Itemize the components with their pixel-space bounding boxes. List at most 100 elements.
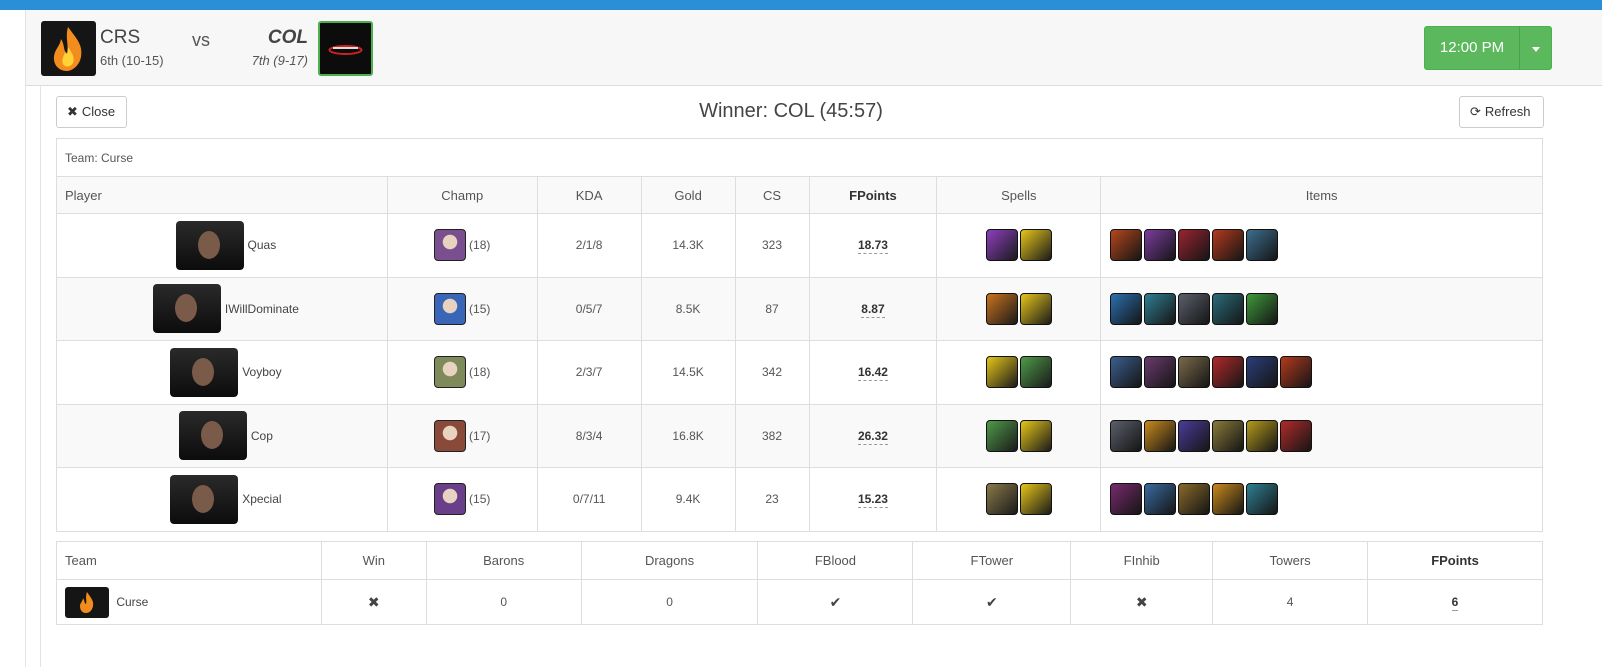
fpoints-value[interactable]: 15.23: [857, 492, 888, 509]
fpoints-value[interactable]: 18.73: [857, 238, 888, 255]
item-icon[interactable]: [1110, 483, 1143, 516]
player-row: Voyboy (18) 2/3/7 14.5K 342 16.42: [56, 340, 1543, 405]
item-icon[interactable]: [1212, 419, 1245, 452]
summoner-spell-icon[interactable]: [985, 356, 1018, 389]
champ-cell: (17): [386, 403, 538, 468]
champ-level: (17): [469, 428, 491, 443]
cs-value: 342: [734, 340, 810, 405]
item-icon[interactable]: [1178, 483, 1211, 516]
refresh-icon: ⟳: [1470, 104, 1481, 119]
item-icon[interactable]: [1178, 356, 1211, 389]
summoner-spell-icon[interactable]: [985, 292, 1018, 325]
match-header: CRS 6th (10-15) vs COL 7th (9-17) 12:00 …: [26, 10, 1602, 86]
item-icon[interactable]: [1110, 229, 1143, 262]
match-detail-panel: ✖ Close Winner: COL (45:57) ⟳ Refresh Team…: [40, 86, 1602, 667]
item-icon[interactable]: [1144, 292, 1177, 325]
fpoints-value[interactable]: 26.32: [857, 428, 888, 445]
team-caption: Team: Curse: [56, 138, 1543, 177]
item-icon[interactable]: [1280, 356, 1313, 389]
item-icon[interactable]: [1144, 483, 1177, 516]
fpoints-value[interactable]: 16.42: [857, 365, 888, 382]
item-icon[interactable]: [1144, 356, 1177, 389]
player-cell: Cop: [56, 403, 388, 468]
summoner-spell-icon[interactable]: [985, 483, 1018, 516]
item-icon[interactable]: [1144, 419, 1177, 452]
summoner-spell-icon[interactable]: [1019, 356, 1052, 389]
item-icon[interactable]: [1110, 292, 1143, 325]
item-icon[interactable]: [1144, 229, 1177, 262]
top-accent-bar: [0, 0, 1602, 10]
summoner-spell-icon[interactable]: [1019, 229, 1052, 262]
cs-value: 23: [734, 467, 810, 532]
player-photo: [170, 347, 239, 397]
player-name[interactable]: IWillDominate: [225, 302, 299, 316]
item-icon[interactable]: [1212, 356, 1245, 389]
spells-cell: [936, 340, 1102, 405]
barons-value: 0: [425, 579, 582, 625]
item-icon[interactable]: [1246, 419, 1279, 452]
curse-team-logo: [65, 586, 109, 618]
summoner-spell-icon[interactable]: [1019, 483, 1052, 516]
champion-icon[interactable]: [434, 356, 467, 389]
col-header-ftower: FTower: [912, 541, 1072, 580]
summoner-spell-icon[interactable]: [1019, 419, 1052, 452]
spells-cell: [936, 276, 1102, 341]
col-header-dragons: Dragons: [580, 541, 759, 580]
item-icon[interactable]: [1246, 229, 1279, 262]
col-header-gold: Gold: [640, 176, 736, 214]
away-team-record: 7th (9-17): [251, 53, 308, 68]
item-icon[interactable]: [1280, 419, 1313, 452]
champion-icon[interactable]: [434, 483, 467, 516]
summoner-spell-icon[interactable]: [1019, 292, 1052, 325]
gold-value: 14.3K: [640, 213, 736, 278]
item-icon[interactable]: [1178, 292, 1211, 325]
cs-value: 323: [734, 213, 810, 278]
player-photo: [170, 474, 239, 524]
col-header-win: Win: [320, 541, 427, 580]
item-icon[interactable]: [1246, 292, 1279, 325]
champion-icon[interactable]: [434, 292, 467, 325]
team-fpoints-value[interactable]: 6: [1451, 595, 1459, 611]
player-name[interactable]: Quas: [248, 238, 277, 252]
player-photo: [178, 411, 247, 461]
items-cell: [1100, 467, 1543, 532]
towers-value: 4: [1212, 579, 1369, 625]
gold-value: 16.8K: [640, 403, 736, 468]
home-team-record: 6th (10-15): [100, 53, 164, 68]
item-icon[interactable]: [1212, 292, 1245, 325]
fblood-cell: ✔: [757, 579, 914, 625]
champion-icon[interactable]: [434, 419, 467, 452]
player-name[interactable]: Cop: [251, 429, 273, 443]
fpoints-cell: 16.42: [808, 340, 938, 405]
caret-down-icon[interactable]: [1520, 27, 1552, 69]
fpoints-value[interactable]: 8.87: [861, 301, 885, 318]
crs-team-logo: [41, 21, 96, 76]
item-icon[interactable]: [1246, 483, 1279, 516]
times-icon: ✖: [367, 593, 380, 610]
summoner-spell-icon[interactable]: [985, 229, 1018, 262]
team-fpoints-cell: 6: [1367, 579, 1543, 625]
player-name[interactable]: Voyboy: [242, 365, 281, 379]
player-cell: Voyboy: [56, 340, 388, 405]
player-name[interactable]: Xpecial: [242, 492, 281, 506]
left-divider: [25, 10, 26, 667]
match-time-dropdown[interactable]: 12:00 PM: [1424, 26, 1552, 70]
champion-icon[interactable]: [434, 229, 467, 262]
item-icon[interactable]: [1178, 419, 1211, 452]
champ-cell: (15): [386, 467, 538, 532]
item-icon[interactable]: [1212, 483, 1245, 516]
champ-level: (18): [469, 365, 491, 380]
match-time-label[interactable]: 12:00 PM: [1425, 27, 1519, 69]
summoner-spell-icon[interactable]: [985, 419, 1018, 452]
item-icon[interactable]: [1110, 419, 1143, 452]
kda-value: 2/1/8: [536, 213, 642, 278]
fpoints-cell: 26.32: [808, 403, 938, 468]
item-icon[interactable]: [1178, 229, 1211, 262]
item-icon[interactable]: [1212, 229, 1245, 262]
kda-value: 0/5/7: [536, 276, 642, 341]
col-team-logo: [318, 21, 373, 76]
item-icon[interactable]: [1110, 356, 1143, 389]
refresh-button[interactable]: ⟳ Refresh: [1459, 96, 1544, 128]
check-icon: ✔: [829, 593, 842, 610]
item-icon[interactable]: [1246, 356, 1279, 389]
